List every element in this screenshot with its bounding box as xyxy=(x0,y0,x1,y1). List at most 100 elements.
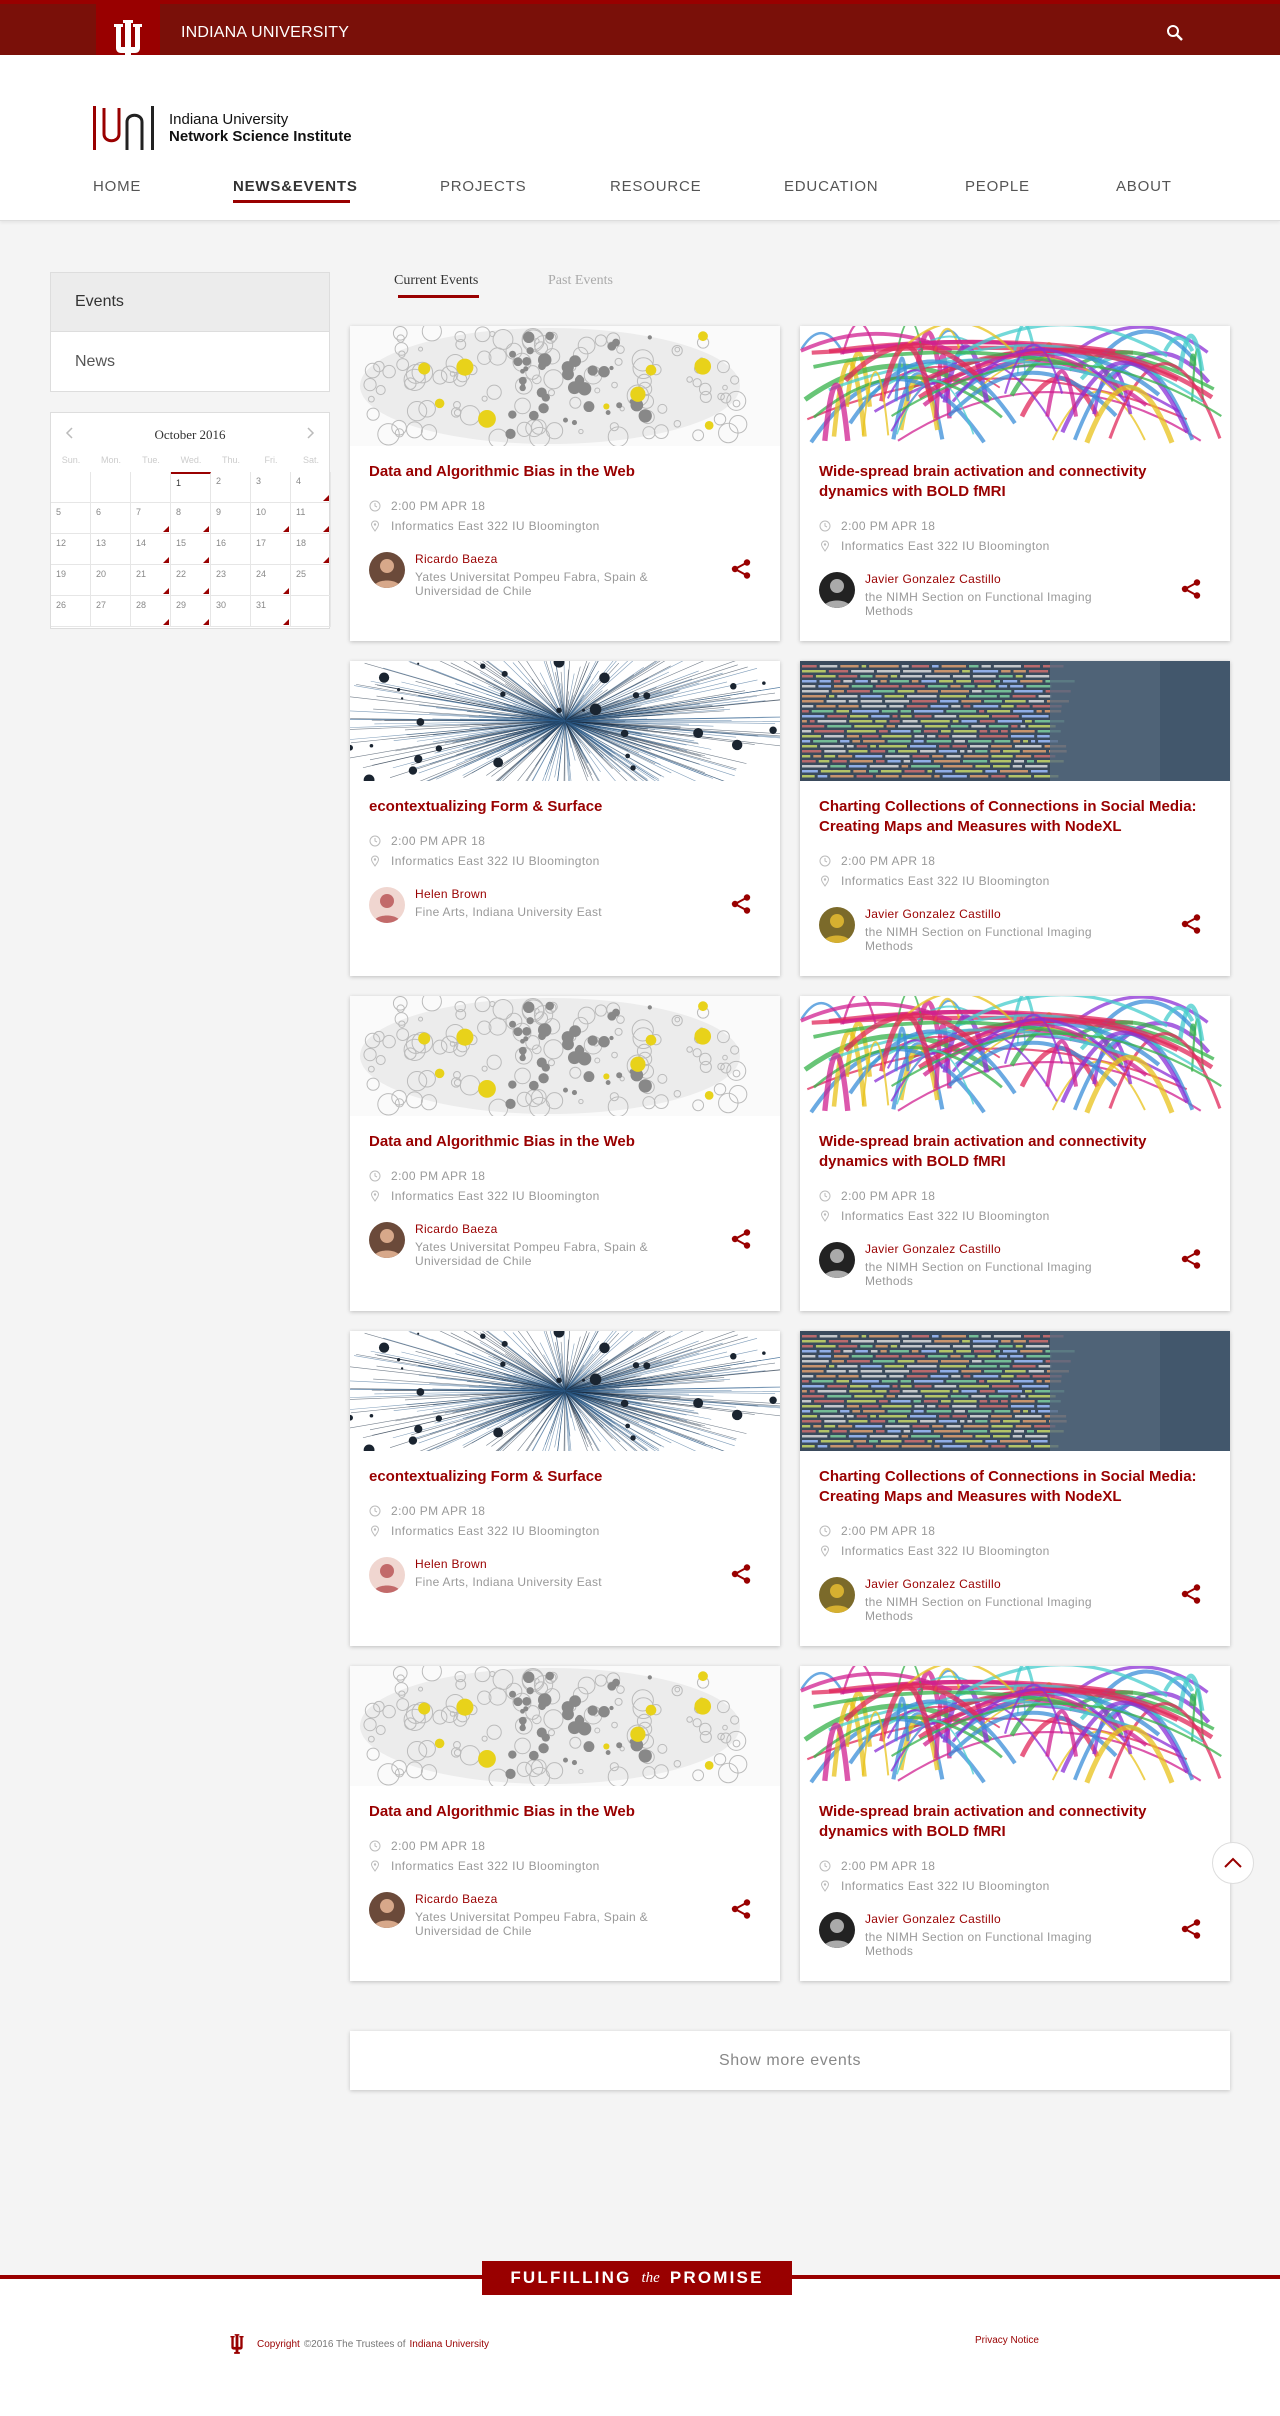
share-icon[interactable] xyxy=(730,1898,752,1920)
event-title[interactable]: Charting Collections of Connections in S… xyxy=(819,797,1209,837)
event-image[interactable] xyxy=(350,1666,780,1786)
share-icon[interactable] xyxy=(730,893,752,915)
event-image[interactable] xyxy=(800,661,1230,781)
sidebar-item-events[interactable]: Events xyxy=(51,273,329,332)
speaker-name[interactable]: Javier Gonzalez Castillo xyxy=(865,1242,1001,1256)
calendar-day[interactable]: 24 xyxy=(251,565,291,596)
event-title[interactable]: Data and Algorithmic Bias in the Web xyxy=(369,1132,759,1152)
event-card[interactable]: econtextualizing Form & Surface 2:00 PM A… xyxy=(350,1331,780,1646)
nsi-logo[interactable]: Indiana University Network Science Insti… xyxy=(93,106,352,150)
chevron-right-icon[interactable] xyxy=(303,426,317,440)
speaker-name[interactable]: Ricardo Baeza xyxy=(415,1892,498,1906)
calendar-day[interactable]: 19 xyxy=(51,565,91,596)
calendar-day[interactable]: 10 xyxy=(251,503,291,534)
event-card[interactable]: Data and Algorithmic Bias in the Web 2:00… xyxy=(350,326,780,641)
speaker-name[interactable]: Helen Brown xyxy=(415,887,487,901)
calendar-day[interactable]: 6 xyxy=(91,503,131,534)
copyright-link[interactable]: Copyright xyxy=(257,2339,300,2350)
speaker-name[interactable]: Javier Gonzalez Castillo xyxy=(865,907,1001,921)
iu-link[interactable]: Indiana University xyxy=(410,2339,489,2350)
calendar-day[interactable]: 5 xyxy=(51,503,91,534)
event-title[interactable]: Wide-spread brain activation and connect… xyxy=(819,462,1209,502)
calendar-day[interactable]: 1 xyxy=(171,472,211,503)
speaker-name[interactable]: Helen Brown xyxy=(415,1557,487,1571)
calendar-day[interactable]: 26 xyxy=(51,596,91,627)
share-icon[interactable] xyxy=(730,1228,752,1250)
trident-icon[interactable] xyxy=(229,2333,245,2355)
nav-resource[interactable]: RESOURCE xyxy=(610,178,701,195)
calendar-day[interactable]: 27 xyxy=(91,596,131,627)
speaker-name[interactable]: Ricardo Baeza xyxy=(415,1222,498,1236)
event-title[interactable]: Data and Algorithmic Bias in the Web xyxy=(369,462,759,482)
share-icon[interactable] xyxy=(1180,913,1202,935)
calendar-day[interactable]: 15 xyxy=(171,534,211,565)
share-icon[interactable] xyxy=(730,558,752,580)
event-card[interactable]: econtextualizing Form & Surface 2:00 PM A… xyxy=(350,661,780,976)
privacy-notice-link[interactable]: Privacy Notice xyxy=(975,2335,1039,2346)
scroll-top-button[interactable] xyxy=(1212,1842,1254,1884)
calendar-day[interactable]: 14 xyxy=(131,534,171,565)
calendar-day[interactable]: 20 xyxy=(91,565,131,596)
calendar-day[interactable]: 13 xyxy=(91,534,131,565)
calendar-day[interactable]: 25 xyxy=(291,565,331,596)
calendar-day[interactable]: 30 xyxy=(211,596,251,627)
event-image[interactable] xyxy=(350,661,780,781)
calendar-day[interactable]: 29 xyxy=(171,596,211,627)
calendar-day[interactable]: 7 xyxy=(131,503,171,534)
event-image[interactable] xyxy=(350,1331,780,1451)
speaker-name[interactable]: Javier Gonzalez Castillo xyxy=(865,572,1001,586)
calendar-day[interactable]: 18 xyxy=(291,534,331,565)
calendar-day[interactable]: 9 xyxy=(211,503,251,534)
share-icon[interactable] xyxy=(1180,578,1202,600)
event-image[interactable] xyxy=(350,996,780,1116)
share-icon[interactable] xyxy=(1180,1918,1202,1940)
event-title[interactable]: Charting Collections of Connections in S… xyxy=(819,1467,1209,1507)
calendar-day[interactable]: 28 xyxy=(131,596,171,627)
event-image[interactable] xyxy=(350,326,780,446)
event-card[interactable]: Charting Collections of Connections in S… xyxy=(800,1331,1230,1646)
event-image[interactable] xyxy=(800,1331,1230,1451)
calendar-day[interactable]: 31 xyxy=(251,596,291,627)
event-image[interactable] xyxy=(800,996,1230,1116)
calendar-day[interactable]: 2 xyxy=(211,472,251,503)
calendar-day[interactable]: 16 xyxy=(211,534,251,565)
event-card[interactable]: Wide-spread brain activation and connect… xyxy=(800,1666,1230,1981)
sidebar-item-news[interactable]: News xyxy=(51,332,329,391)
event-title[interactable]: Wide-spread brain activation and connect… xyxy=(819,1802,1209,1842)
calendar-day[interactable]: 21 xyxy=(131,565,171,596)
calendar-day[interactable]: 22 xyxy=(171,565,211,596)
nav-news-events[interactable]: NEWS&EVENTS xyxy=(233,178,358,195)
tab-past-events[interactable]: Past Events xyxy=(548,273,613,289)
show-more-button[interactable]: Show more events xyxy=(350,2031,1230,2090)
nav-home[interactable]: HOME xyxy=(93,178,141,195)
share-icon[interactable] xyxy=(1180,1583,1202,1605)
event-image[interactable] xyxy=(800,326,1230,446)
event-title[interactable]: econtextualizing Form & Surface xyxy=(369,1467,759,1487)
search-icon[interactable] xyxy=(1166,24,1184,42)
share-icon[interactable] xyxy=(1180,1248,1202,1270)
tab-current-events[interactable]: Current Events xyxy=(394,273,478,289)
nav-people[interactable]: PEOPLE xyxy=(965,178,1030,195)
event-card[interactable]: Data and Algorithmic Bias in the Web 2:00… xyxy=(350,1666,780,1981)
nav-projects[interactable]: PROJECTS xyxy=(440,178,526,195)
speaker-name[interactable]: Javier Gonzalez Castillo xyxy=(865,1912,1001,1926)
event-card[interactable]: Charting Collections of Connections in S… xyxy=(800,661,1230,976)
calendar-day[interactable]: 4 xyxy=(291,472,331,503)
share-icon[interactable] xyxy=(730,1563,752,1585)
event-title[interactable]: Data and Algorithmic Bias in the Web xyxy=(369,1802,759,1822)
calendar-day[interactable]: 23 xyxy=(211,565,251,596)
event-card[interactable]: Wide-spread brain activation and connect… xyxy=(800,326,1230,641)
event-card[interactable]: Data and Algorithmic Bias in the Web 2:00… xyxy=(350,996,780,1311)
calendar-day[interactable]: 8 xyxy=(171,503,211,534)
nav-education[interactable]: EDUCATION xyxy=(784,178,878,195)
event-title[interactable]: econtextualizing Form & Surface xyxy=(369,797,759,817)
university-name[interactable]: INDIANA UNIVERSITY xyxy=(181,24,349,42)
speaker-name[interactable]: Javier Gonzalez Castillo xyxy=(865,1577,1001,1591)
event-image[interactable] xyxy=(800,1666,1230,1786)
event-card[interactable]: Wide-spread brain activation and connect… xyxy=(800,996,1230,1311)
event-title[interactable]: Wide-spread brain activation and connect… xyxy=(819,1132,1209,1172)
calendar-day[interactable]: 11 xyxy=(291,503,331,534)
calendar-day[interactable]: 17 xyxy=(251,534,291,565)
speaker-name[interactable]: Ricardo Baeza xyxy=(415,552,498,566)
nav-about[interactable]: ABOUT xyxy=(1116,178,1172,195)
